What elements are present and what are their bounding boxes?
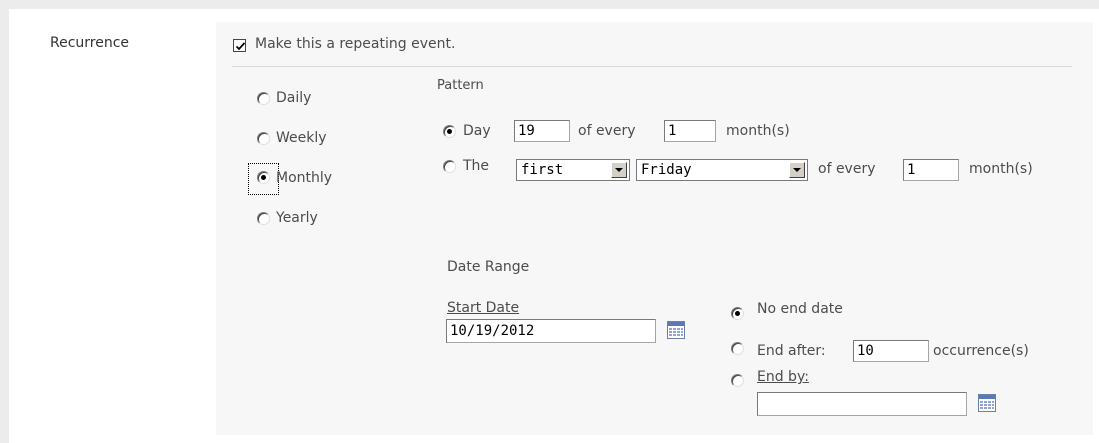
weekday-select-value: Friday [641, 162, 692, 178]
start-date-input[interactable]: 10/19/2012 [446, 319, 656, 343]
the-every-months-input[interactable]: 1 [903, 159, 959, 181]
the-months-label: month(s) [969, 161, 1033, 177]
ordinal-select-value: first [521, 162, 564, 178]
the-of-every-label: of every [818, 161, 876, 177]
end-by-label[interactable]: End by: [757, 369, 809, 385]
recurrence-label: Recurrence [50, 35, 130, 51]
daily-label[interactable]: Daily [276, 90, 311, 106]
monthly-label[interactable]: Monthly [276, 170, 332, 186]
pattern-the-label: The [463, 158, 490, 174]
divider [232, 66, 1072, 67]
yearly-label[interactable]: Yearly [276, 210, 318, 226]
page-left-border [0, 0, 9, 443]
end-by-date-input[interactable] [757, 392, 967, 416]
pattern-day-radio[interactable] [443, 125, 456, 138]
checkmark-icon [235, 42, 246, 51]
daily-radio[interactable] [257, 92, 270, 105]
calendar-icon[interactable] [667, 321, 685, 339]
no-end-date-label[interactable]: No end date [757, 301, 843, 317]
pattern-months-label: month(s) [726, 123, 790, 139]
page-top-border [0, 0, 1099, 9]
chevron-down-icon [611, 162, 627, 178]
weekly-radio[interactable] [257, 132, 270, 145]
repeating-event-label: Make this a repeating event. [255, 36, 456, 52]
end-after-label[interactable]: End after: [757, 343, 826, 359]
repeating-event-checkbox[interactable] [233, 39, 246, 52]
start-date-label: Start Date [447, 300, 520, 316]
pattern-heading: Pattern [437, 78, 484, 93]
chevron-down-icon [789, 162, 805, 178]
end-after-radio[interactable] [731, 342, 744, 355]
pattern-day-label: Day [463, 123, 491, 139]
yearly-radio[interactable] [257, 212, 270, 225]
day-every-months-input[interactable]: 1 [664, 120, 716, 142]
no-end-date-radio[interactable] [731, 307, 744, 320]
pattern-the-radio[interactable] [443, 160, 456, 173]
weekly-label[interactable]: Weekly [276, 130, 327, 146]
ordinal-select[interactable]: first [516, 159, 630, 181]
end-by-radio[interactable] [731, 374, 744, 387]
occurrences-label: occurrence(s) [933, 343, 1029, 359]
weekday-select[interactable]: Friday [636, 159, 808, 181]
recurrence-panel [216, 22, 1093, 435]
pattern-of-every-label: of every [578, 123, 636, 139]
day-of-month-input[interactable]: 19 [514, 120, 570, 142]
date-range-heading: Date Range [447, 259, 530, 275]
end-after-occurrences-input[interactable]: 10 [853, 340, 929, 362]
calendar-icon[interactable] [978, 394, 996, 412]
monthly-radio[interactable] [257, 171, 270, 184]
